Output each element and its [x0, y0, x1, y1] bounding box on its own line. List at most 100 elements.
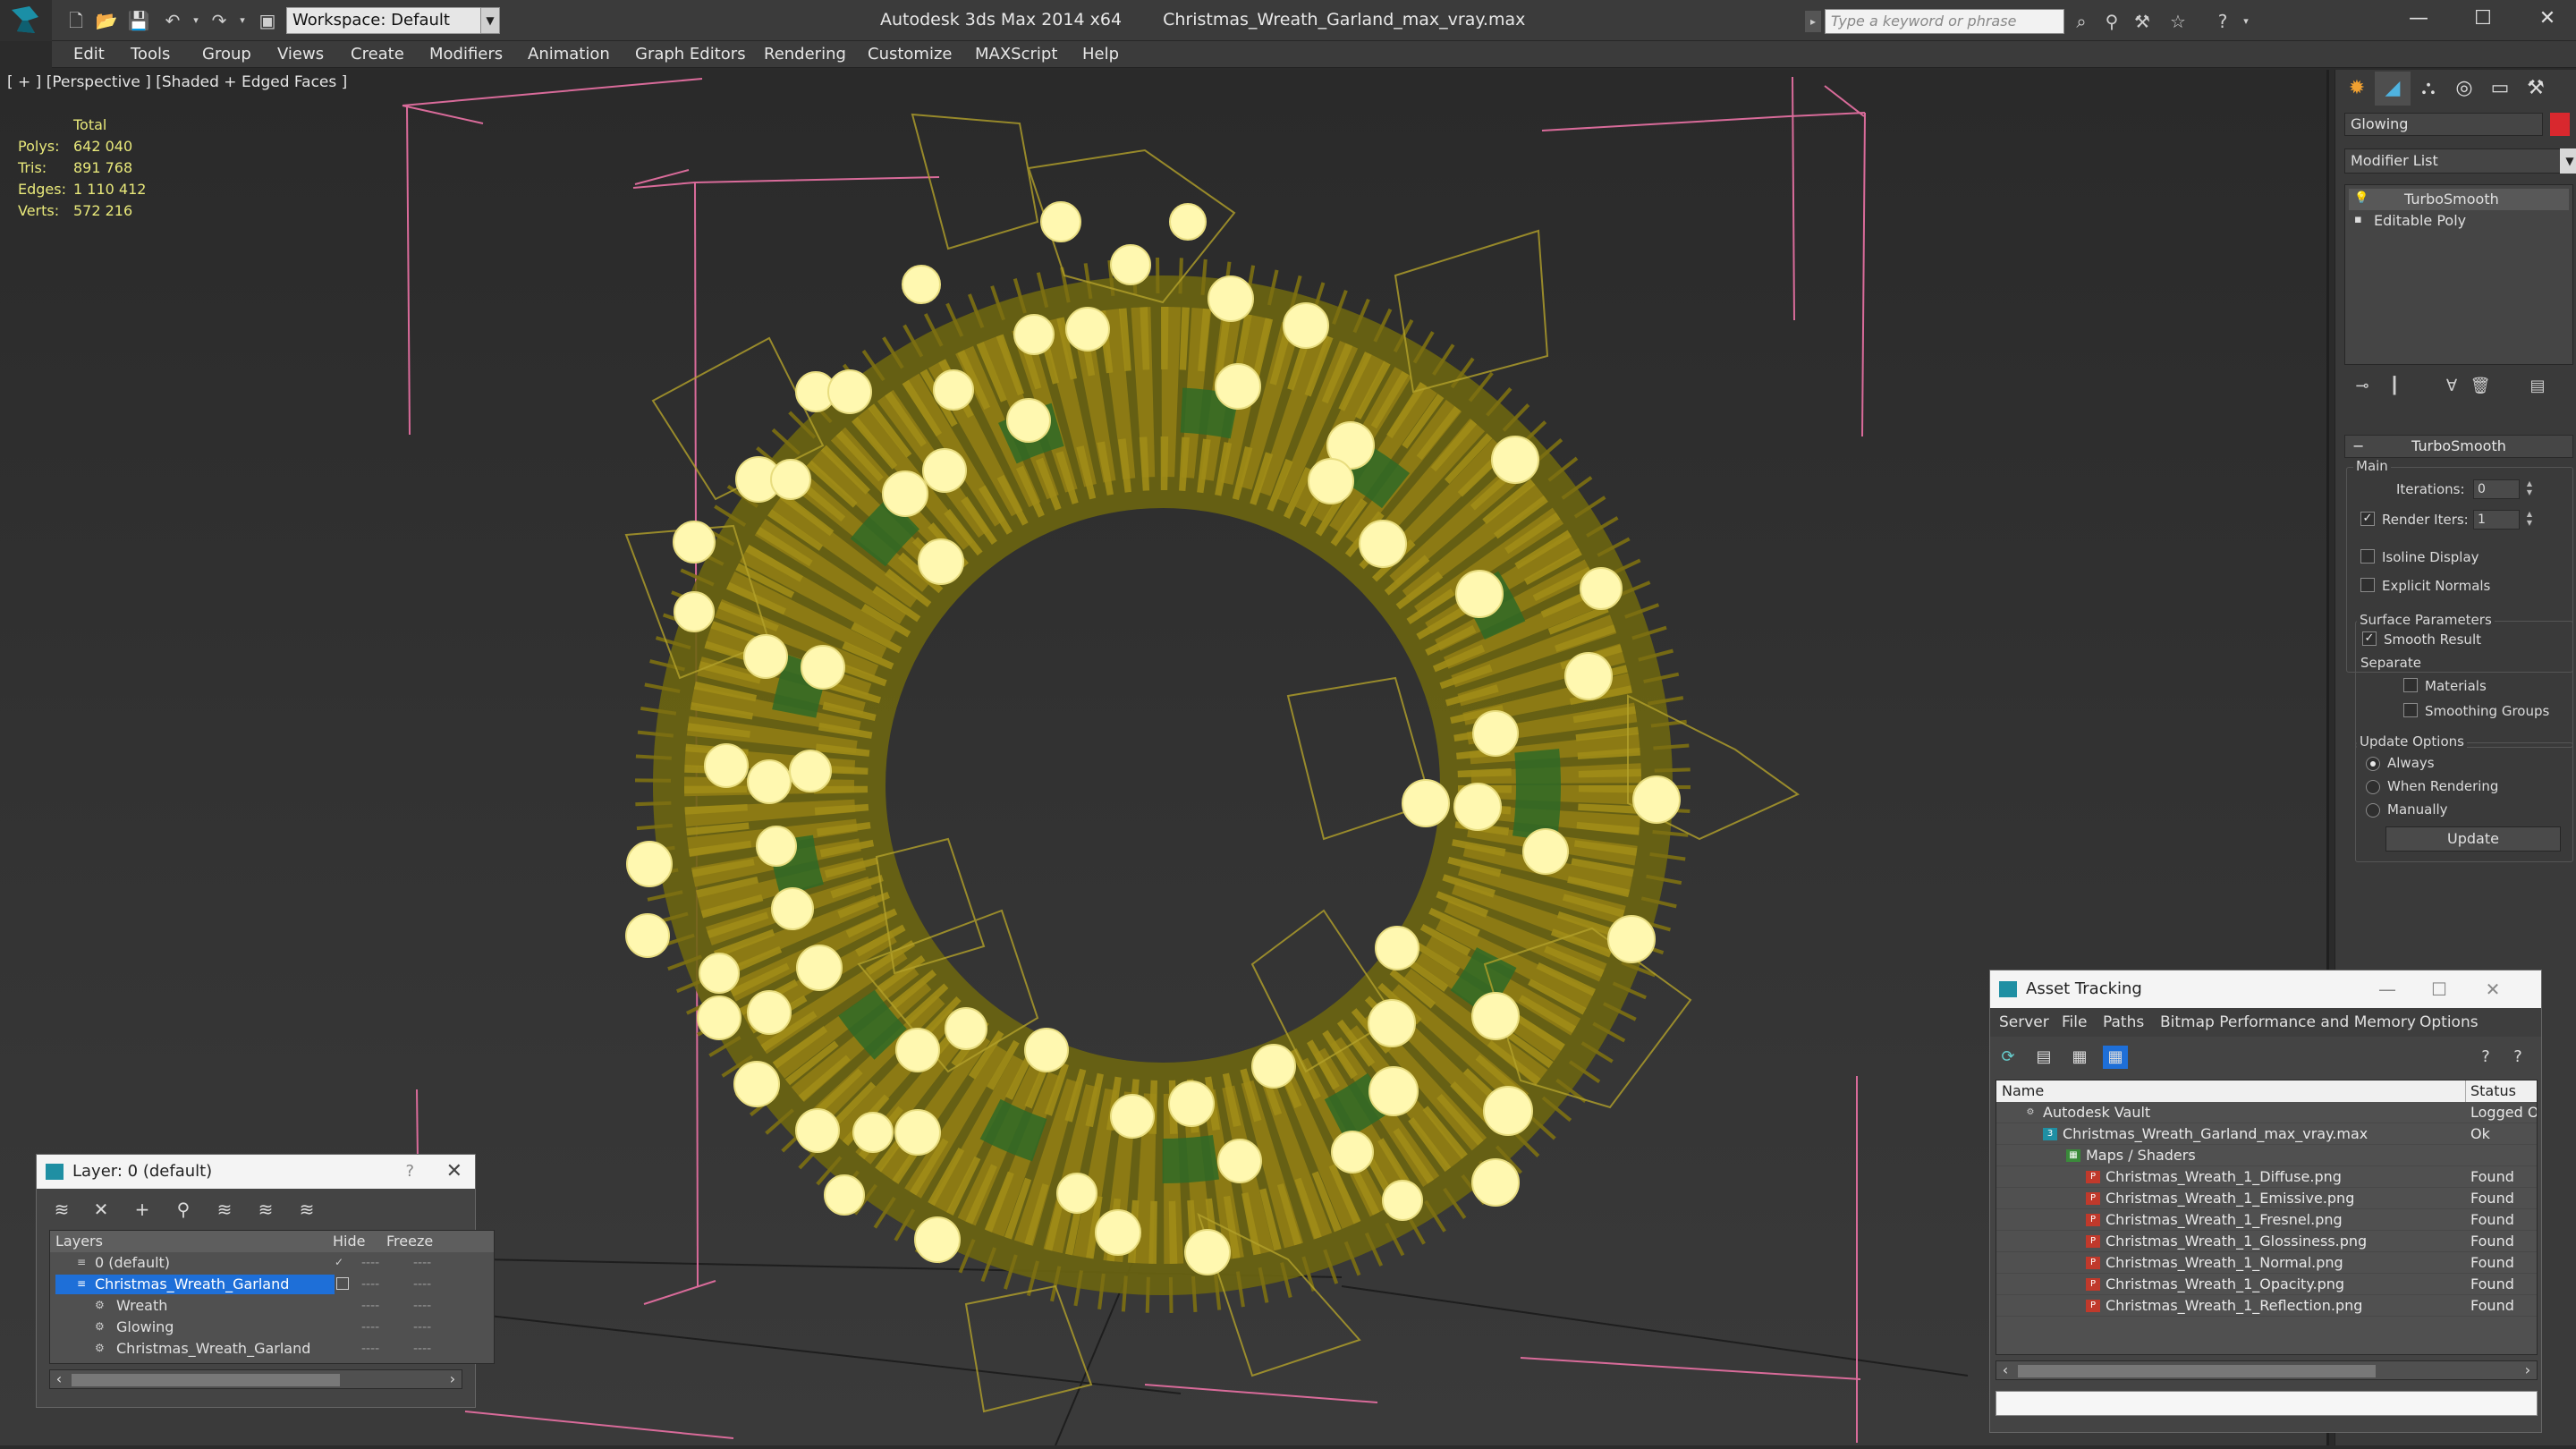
menu-edit[interactable]: Edit	[68, 41, 110, 68]
favorites-icon[interactable]: ☆	[2165, 9, 2191, 34]
menu-animation[interactable]: Animation	[522, 41, 615, 68]
asset-row[interactable]: P Christmas_Wreath_1_Diffuse.png Found	[1996, 1166, 2537, 1188]
expand-plus-icon[interactable]: ▪	[2354, 214, 2367, 226]
object-color-swatch[interactable]	[2550, 113, 2570, 136]
spinner-arrows-icon[interactable]: ▲ ▼	[2523, 479, 2536, 499]
modify-tab-icon[interactable]: ◢	[2375, 72, 2411, 106]
menu-rendering[interactable]: Rendering	[758, 41, 852, 68]
close-icon[interactable]: ✕	[2468, 970, 2518, 1008]
freeze-toggle[interactable]: ----	[413, 1252, 431, 1274]
communication-icon[interactable]: ⚒	[2129, 9, 2156, 34]
asset-row[interactable]: ⚙ Autodesk Vault Logged O	[1996, 1102, 2537, 1123]
menu-modifiers[interactable]: Modifiers	[424, 41, 508, 68]
hide-toggle[interactable]: ----	[361, 1274, 379, 1295]
save-file-icon[interactable]: 💾	[127, 9, 150, 32]
col-status[interactable]: Status	[2470, 1080, 2516, 1102]
hide-toggle[interactable]: ----	[361, 1252, 379, 1274]
minimize-button[interactable]: —	[2392, 0, 2445, 39]
new-file-icon[interactable]: 🗋	[64, 9, 88, 32]
app-logo-icon[interactable]	[0, 0, 52, 41]
help-dropdown-icon[interactable]: ▾	[2233, 9, 2259, 34]
close-button[interactable]: ✕	[2521, 0, 2574, 39]
minimize-icon[interactable]: —	[2362, 970, 2412, 1008]
remove-modifier-icon[interactable]: 🗑	[2470, 376, 2491, 397]
col-hide[interactable]: Hide	[333, 1231, 365, 1252]
manually-radio[interactable]	[2366, 803, 2380, 818]
menu-help[interactable]: Help	[1077, 41, 1124, 68]
smooth-result-checkbox[interactable]: ✓	[2362, 631, 2377, 646]
motion-tab-icon[interactable]: ◎	[2446, 72, 2482, 106]
hide-toggle[interactable]: ----	[361, 1317, 379, 1338]
scroll-right-icon[interactable]: ›	[2519, 1361, 2537, 1379]
open-file-icon[interactable]: 📂	[95, 9, 118, 32]
always-radio[interactable]	[2366, 757, 2380, 771]
scroll-right-icon[interactable]: ›	[444, 1370, 462, 1388]
object-name-field[interactable]: Glowing	[2344, 113, 2543, 136]
help-icon[interactable]: ?	[405, 1155, 414, 1189]
create-layer-icon[interactable]: ≋	[49, 1198, 74, 1221]
menu-server[interactable]: Server	[1999, 1008, 2049, 1037]
add-to-layer-icon[interactable]: +	[130, 1198, 155, 1221]
binoculars-icon[interactable]: ⌕	[2068, 9, 2095, 34]
create-tab-icon[interactable]: ✹	[2339, 72, 2375, 106]
isoline-display-checkbox[interactable]	[2360, 549, 2375, 564]
menu-views[interactable]: Views	[272, 41, 329, 68]
menu-bitmap-performance[interactable]: Bitmap Performance and Memory	[2160, 1008, 2416, 1037]
layer-dialog-titlebar[interactable]: Layer: 0 (default) ? ✕	[37, 1155, 475, 1189]
make-unique-icon[interactable]: ∀	[2441, 376, 2462, 397]
smoothing-groups-checkbox[interactable]	[2403, 703, 2418, 717]
layer-row[interactable]: Christmas_Wreath_Garland ≡ ---- ----	[50, 1274, 494, 1295]
iterations-spinner[interactable]: 0	[2473, 479, 2520, 499]
col-layers[interactable]: Layers	[55, 1231, 103, 1252]
subscription-icon[interactable]: ⚲	[2098, 9, 2125, 34]
menu-create[interactable]: Create	[345, 41, 410, 68]
menu-group[interactable]: Group	[197, 41, 257, 68]
layer-row[interactable]: ⚙ Christmas_Wreath_Garland ---- ----	[50, 1338, 494, 1360]
select-objects-icon[interactable]: ⚲	[171, 1198, 196, 1221]
asset-row[interactable]: P Christmas_Wreath_1_Reflection.png Foun…	[1996, 1295, 2537, 1317]
list-view-icon[interactable]: ▤	[2031, 1046, 2056, 1069]
maximize-button[interactable]: ☐	[2456, 0, 2510, 39]
show-end-result-icon[interactable]: ┃	[2384, 376, 2405, 397]
freeze-toggle[interactable]: ----	[413, 1295, 431, 1317]
workspace-selector[interactable]: Workspace: Default ▼	[286, 7, 500, 34]
configure-modifier-sets-icon[interactable]: ▤	[2527, 376, 2548, 397]
scroll-left-icon[interactable]: ‹	[1996, 1361, 2014, 1379]
highlight-layer-icon[interactable]: ≋	[212, 1198, 237, 1221]
menu-tools[interactable]: Tools	[125, 41, 175, 68]
utilities-tab-icon[interactable]: ⚒	[2518, 72, 2554, 106]
asset-row[interactable]: P Christmas_Wreath_1_Fresnel.png Found	[1996, 1209, 2537, 1231]
asset-path-field[interactable]	[1996, 1391, 2538, 1416]
freeze-toggle[interactable]: ----	[413, 1317, 431, 1338]
asset-row[interactable]: P Christmas_Wreath_1_Emissive.png Found	[1996, 1188, 2537, 1209]
asset-row[interactable]: P Christmas_Wreath_1_Opacity.png Found	[1996, 1274, 2537, 1295]
scroll-left-icon[interactable]: ‹	[50, 1370, 68, 1388]
turbosmooth-rollout-header[interactable]: − TurboSmooth	[2344, 435, 2573, 458]
display-tab-icon[interactable]: ▭	[2482, 72, 2518, 106]
hierarchy-tab-icon[interactable]: ⛬	[2411, 72, 2446, 106]
hide-toggle[interactable]: ----	[361, 1338, 379, 1360]
col-freeze[interactable]: Freeze	[386, 1231, 433, 1252]
layer-row[interactable]: ≡ 0 (default) ✓ ---- ----	[50, 1252, 494, 1274]
collapse-icon[interactable]: −	[2352, 436, 2364, 457]
column-divider[interactable]	[2465, 1080, 2466, 1102]
menu-file[interactable]: File	[2062, 1008, 2087, 1037]
hide-toggle[interactable]: ----	[361, 1295, 379, 1317]
redo-dropdown-icon[interactable]: ▾	[231, 9, 254, 32]
search-expand-icon[interactable]: ▸	[1805, 11, 1821, 32]
layer-horizontal-scrollbar[interactable]: ‹ ›	[49, 1369, 462, 1389]
asset-dialog-titlebar[interactable]: Asset Tracking — ☐ ✕	[1990, 970, 2541, 1008]
undo-icon[interactable]: ↶	[161, 9, 184, 32]
freeze-toggle[interactable]: ----	[413, 1274, 431, 1295]
chevron-down-icon[interactable]: ▼	[2560, 148, 2576, 174]
when-rendering-radio[interactable]	[2366, 780, 2380, 794]
close-icon[interactable]: ✕	[446, 1155, 462, 1189]
active-checkmark-icon[interactable]: ✓	[335, 1256, 347, 1268]
menu-paths[interactable]: Paths	[2103, 1008, 2144, 1037]
scroll-thumb[interactable]	[2018, 1365, 2376, 1377]
render-iters-checkbox[interactable]: ✓	[2360, 512, 2375, 526]
maximize-icon[interactable]: ☐	[2414, 970, 2464, 1008]
asset-row[interactable]: P Christmas_Wreath_1_Glossiness.png Foun…	[1996, 1231, 2537, 1252]
menu-options[interactable]: Options	[2419, 1008, 2479, 1037]
menu-graph-editors[interactable]: Graph Editors	[630, 41, 751, 68]
